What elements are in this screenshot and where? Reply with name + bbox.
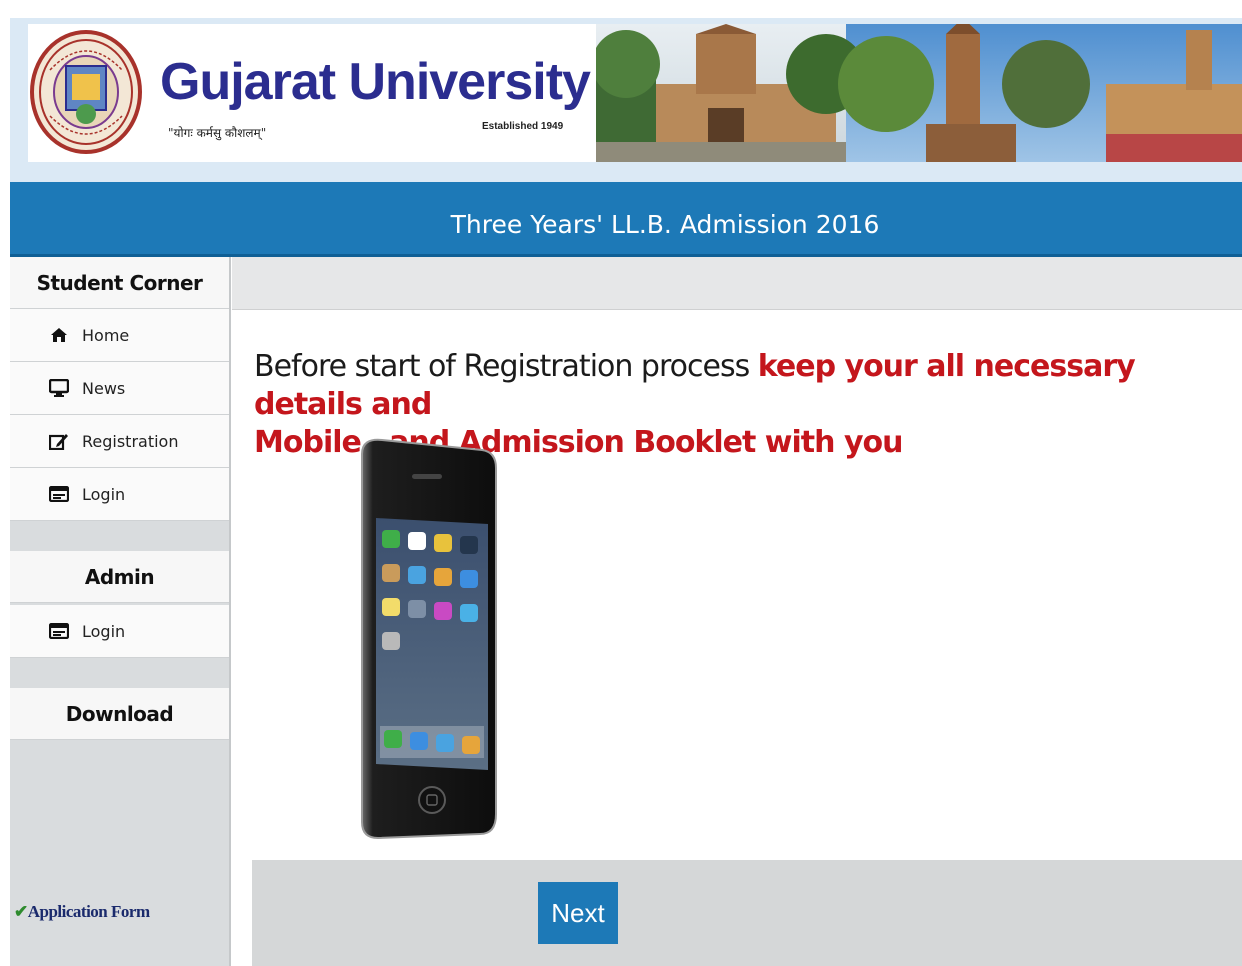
sidebar-item-registration[interactable]: Registration bbox=[10, 415, 229, 468]
message-highlight-line2: Mobile and Admission Booklet with you bbox=[254, 425, 903, 460]
checkmark-icon: ✔ bbox=[14, 902, 28, 921]
campus-buildings-photo bbox=[596, 24, 1242, 162]
content-header-strip bbox=[232, 257, 1242, 310]
student-corner-heading: Student Corner bbox=[10, 257, 229, 309]
sidebar-item-label: Login bbox=[82, 621, 126, 641]
edit-icon bbox=[48, 430, 70, 452]
download-heading[interactable]: Download bbox=[10, 688, 229, 740]
monitor-icon bbox=[48, 377, 70, 399]
university-seal-icon bbox=[30, 30, 142, 154]
sidebar-item-label: News bbox=[82, 378, 126, 398]
form-footer-bar bbox=[252, 860, 1242, 966]
admin-heading: Admin bbox=[10, 551, 229, 603]
sidebar-item-label: Login bbox=[82, 484, 126, 504]
sidebar-item-label: Home bbox=[82, 325, 130, 345]
established-text: Established 1949 bbox=[482, 121, 564, 132]
university-motto: "योगः कर्मसु कौशलम्" bbox=[168, 126, 267, 140]
title-bar: Three Years' LL.B. Admission 2016 bbox=[10, 182, 1242, 257]
top-strip bbox=[0, 0, 1242, 18]
message-plain: Before start of Registration process bbox=[254, 349, 758, 384]
sidebar: Student Corner Home News Registration Lo… bbox=[10, 257, 231, 966]
smartphone-image bbox=[361, 438, 497, 840]
login-card-icon bbox=[48, 620, 70, 642]
university-banner: Gujarat University "योगः कर्मसु कौशलम्" … bbox=[28, 24, 1242, 162]
university-name: Gujarat University bbox=[160, 53, 591, 111]
application-form-link[interactable]: ✔Application Form bbox=[14, 902, 150, 922]
application-form-label: Application Form bbox=[27, 902, 150, 921]
sidebar-item-label: Registration bbox=[82, 431, 179, 451]
login-card-icon bbox=[48, 483, 70, 505]
sidebar-item-admin-login[interactable]: Login bbox=[10, 605, 229, 658]
page-title: Three Years' LL.B. Admission 2016 bbox=[450, 210, 880, 239]
sidebar-item-news[interactable]: News bbox=[10, 362, 229, 415]
next-button[interactable]: Next bbox=[538, 882, 618, 944]
home-icon bbox=[48, 324, 70, 346]
sidebar-item-home[interactable]: Home bbox=[10, 309, 229, 362]
sidebar-item-login[interactable]: Login bbox=[10, 468, 229, 521]
